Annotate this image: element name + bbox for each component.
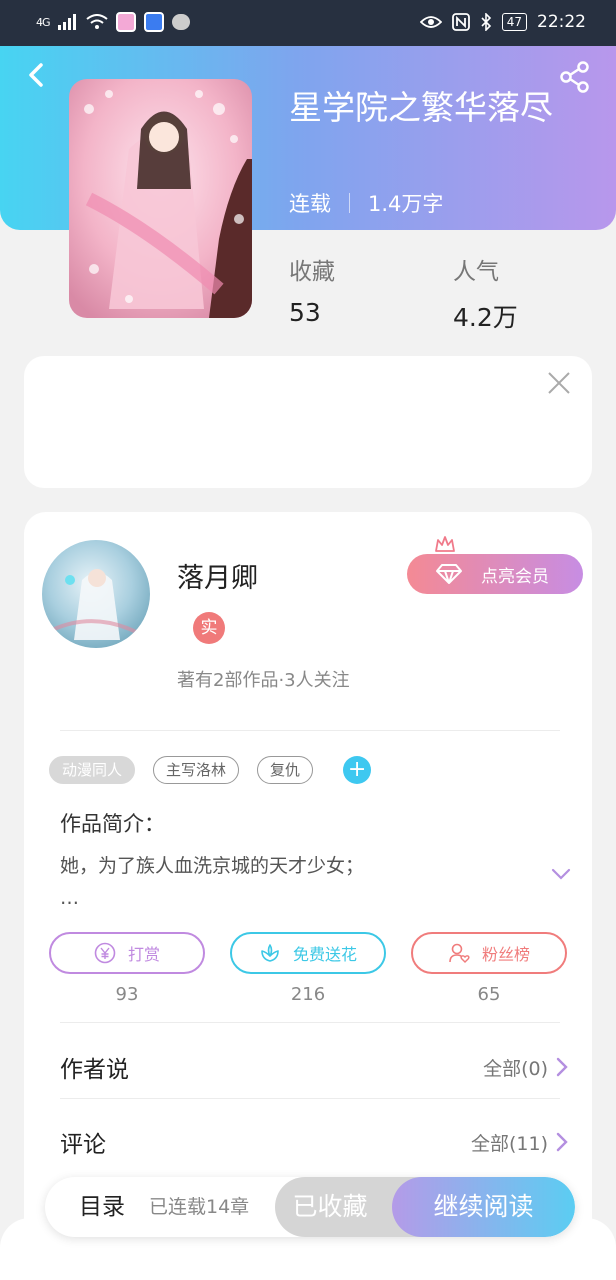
- flower-icon: [261, 944, 279, 962]
- bluetooth-icon: [481, 13, 491, 31]
- app-notification-icon: [143, 12, 164, 32]
- tag-item[interactable]: 复仇: [257, 756, 314, 784]
- meta-divider: [349, 193, 350, 213]
- divider: [60, 730, 560, 731]
- divider: [60, 1098, 560, 1099]
- intro-ellipsis: …: [60, 887, 79, 909]
- author-avatar[interactable]: [42, 540, 150, 648]
- eye-icon: [419, 16, 442, 28]
- signal-icon: [57, 14, 76, 30]
- intro-text[interactable]: 她，为了族人血洗京城的天才少女； …: [60, 850, 480, 914]
- author-stats: 著有2部作品·3人关注: [177, 670, 350, 691]
- comments-count: 全部(11): [470, 1132, 548, 1155]
- app-notification-icon: [115, 12, 136, 32]
- popularity-label: 人气: [453, 259, 499, 285]
- nfc-icon: [451, 13, 470, 31]
- vip-button[interactable]: 点亮会员: [407, 554, 583, 594]
- favorites-label: 收藏: [289, 259, 335, 285]
- book-status: 连载: [289, 192, 331, 216]
- vip-button-label: 点亮会员: [481, 566, 549, 587]
- favorites-value: 53: [289, 298, 321, 327]
- clock: 22:22: [537, 12, 586, 32]
- send-flower-button[interactable]: 免费送花: [230, 932, 386, 974]
- fan-icon: [449, 943, 470, 963]
- message-icon: [171, 14, 190, 30]
- author-says-more[interactable]: 全部(0): [483, 1054, 568, 1081]
- reward-label: 打赏: [127, 945, 160, 964]
- author-says-title: 作者说: [60, 1057, 129, 1083]
- collected-label: 已收藏: [292, 1192, 368, 1221]
- continue-reading-button[interactable]: 继续阅读: [392, 1177, 575, 1237]
- comments-row[interactable]: 评论 全部(11): [60, 1122, 568, 1162]
- fan-ranking-button[interactable]: 粉丝榜: [411, 932, 567, 974]
- diamond-icon: [436, 564, 462, 584]
- tag-item[interactable]: 主写洛林: [153, 756, 240, 784]
- intro-title: 作品简介：: [60, 812, 165, 836]
- reward-button[interactable]: 打赏: [49, 932, 205, 974]
- chevron-right-icon: [556, 1057, 568, 1077]
- crown-icon: [434, 534, 456, 554]
- tag-list: 动漫同人 主写洛林 复仇 +: [49, 756, 372, 784]
- popularity-stat: 人气 4.2万: [453, 252, 518, 334]
- fan-count: 65: [477, 984, 501, 1005]
- author-says-count: 全部(0): [483, 1057, 548, 1080]
- network-indicator: 4G: [36, 15, 50, 29]
- wifi-icon: [85, 14, 108, 29]
- close-icon[interactable]: [546, 370, 572, 396]
- chevron-down-icon[interactable]: [550, 866, 572, 880]
- yen-icon: [94, 942, 116, 964]
- popularity-value: 4.2万: [453, 303, 518, 332]
- bottom-action-bar: 目录 已连载14章 已收藏 继续阅读: [45, 1177, 575, 1237]
- back-icon[interactable]: [22, 60, 52, 90]
- author-says-row[interactable]: 作者说 全部(0): [60, 1047, 568, 1087]
- status-bar: 4G 47 22:22: [0, 0, 616, 46]
- book-meta: 连载 1.4万字: [289, 188, 443, 218]
- book-detail-card: 落月卿 实 著有2部作品·3人关注 点亮会员 动漫同人 主写洛林 复仇 + 作品…: [24, 512, 592, 1280]
- chapter-count: 已连载14章: [149, 1196, 250, 1218]
- verified-badge: 实: [193, 612, 225, 644]
- book-cover[interactable]: [69, 79, 252, 318]
- tag-item[interactable]: 动漫同人: [49, 756, 136, 784]
- chevron-right-icon: [556, 1132, 568, 1152]
- fan-ranking-label: 粉丝榜: [481, 945, 530, 964]
- divider: [60, 1022, 560, 1023]
- comments-title: 评论: [60, 1132, 106, 1158]
- comments-more[interactable]: 全部(11): [471, 1129, 568, 1156]
- ad-card: [24, 356, 592, 488]
- word-count: 1.4万字: [368, 192, 444, 216]
- send-flower-label: 免费送花: [292, 945, 357, 964]
- toc-button[interactable]: 目录: [79, 1177, 125, 1237]
- battery-level: 47: [501, 13, 527, 31]
- book-title: 星学院之繁华落尽: [289, 88, 553, 127]
- add-tag-button[interactable]: +: [343, 756, 372, 784]
- flower-count: 216: [290, 984, 326, 1005]
- favorites-stat: 收藏 53: [289, 252, 335, 327]
- author-name[interactable]: 落月卿: [177, 556, 258, 595]
- intro-line: 她，为了族人血洗京城的天才少女；: [60, 855, 365, 877]
- reward-count: 93: [115, 984, 139, 1005]
